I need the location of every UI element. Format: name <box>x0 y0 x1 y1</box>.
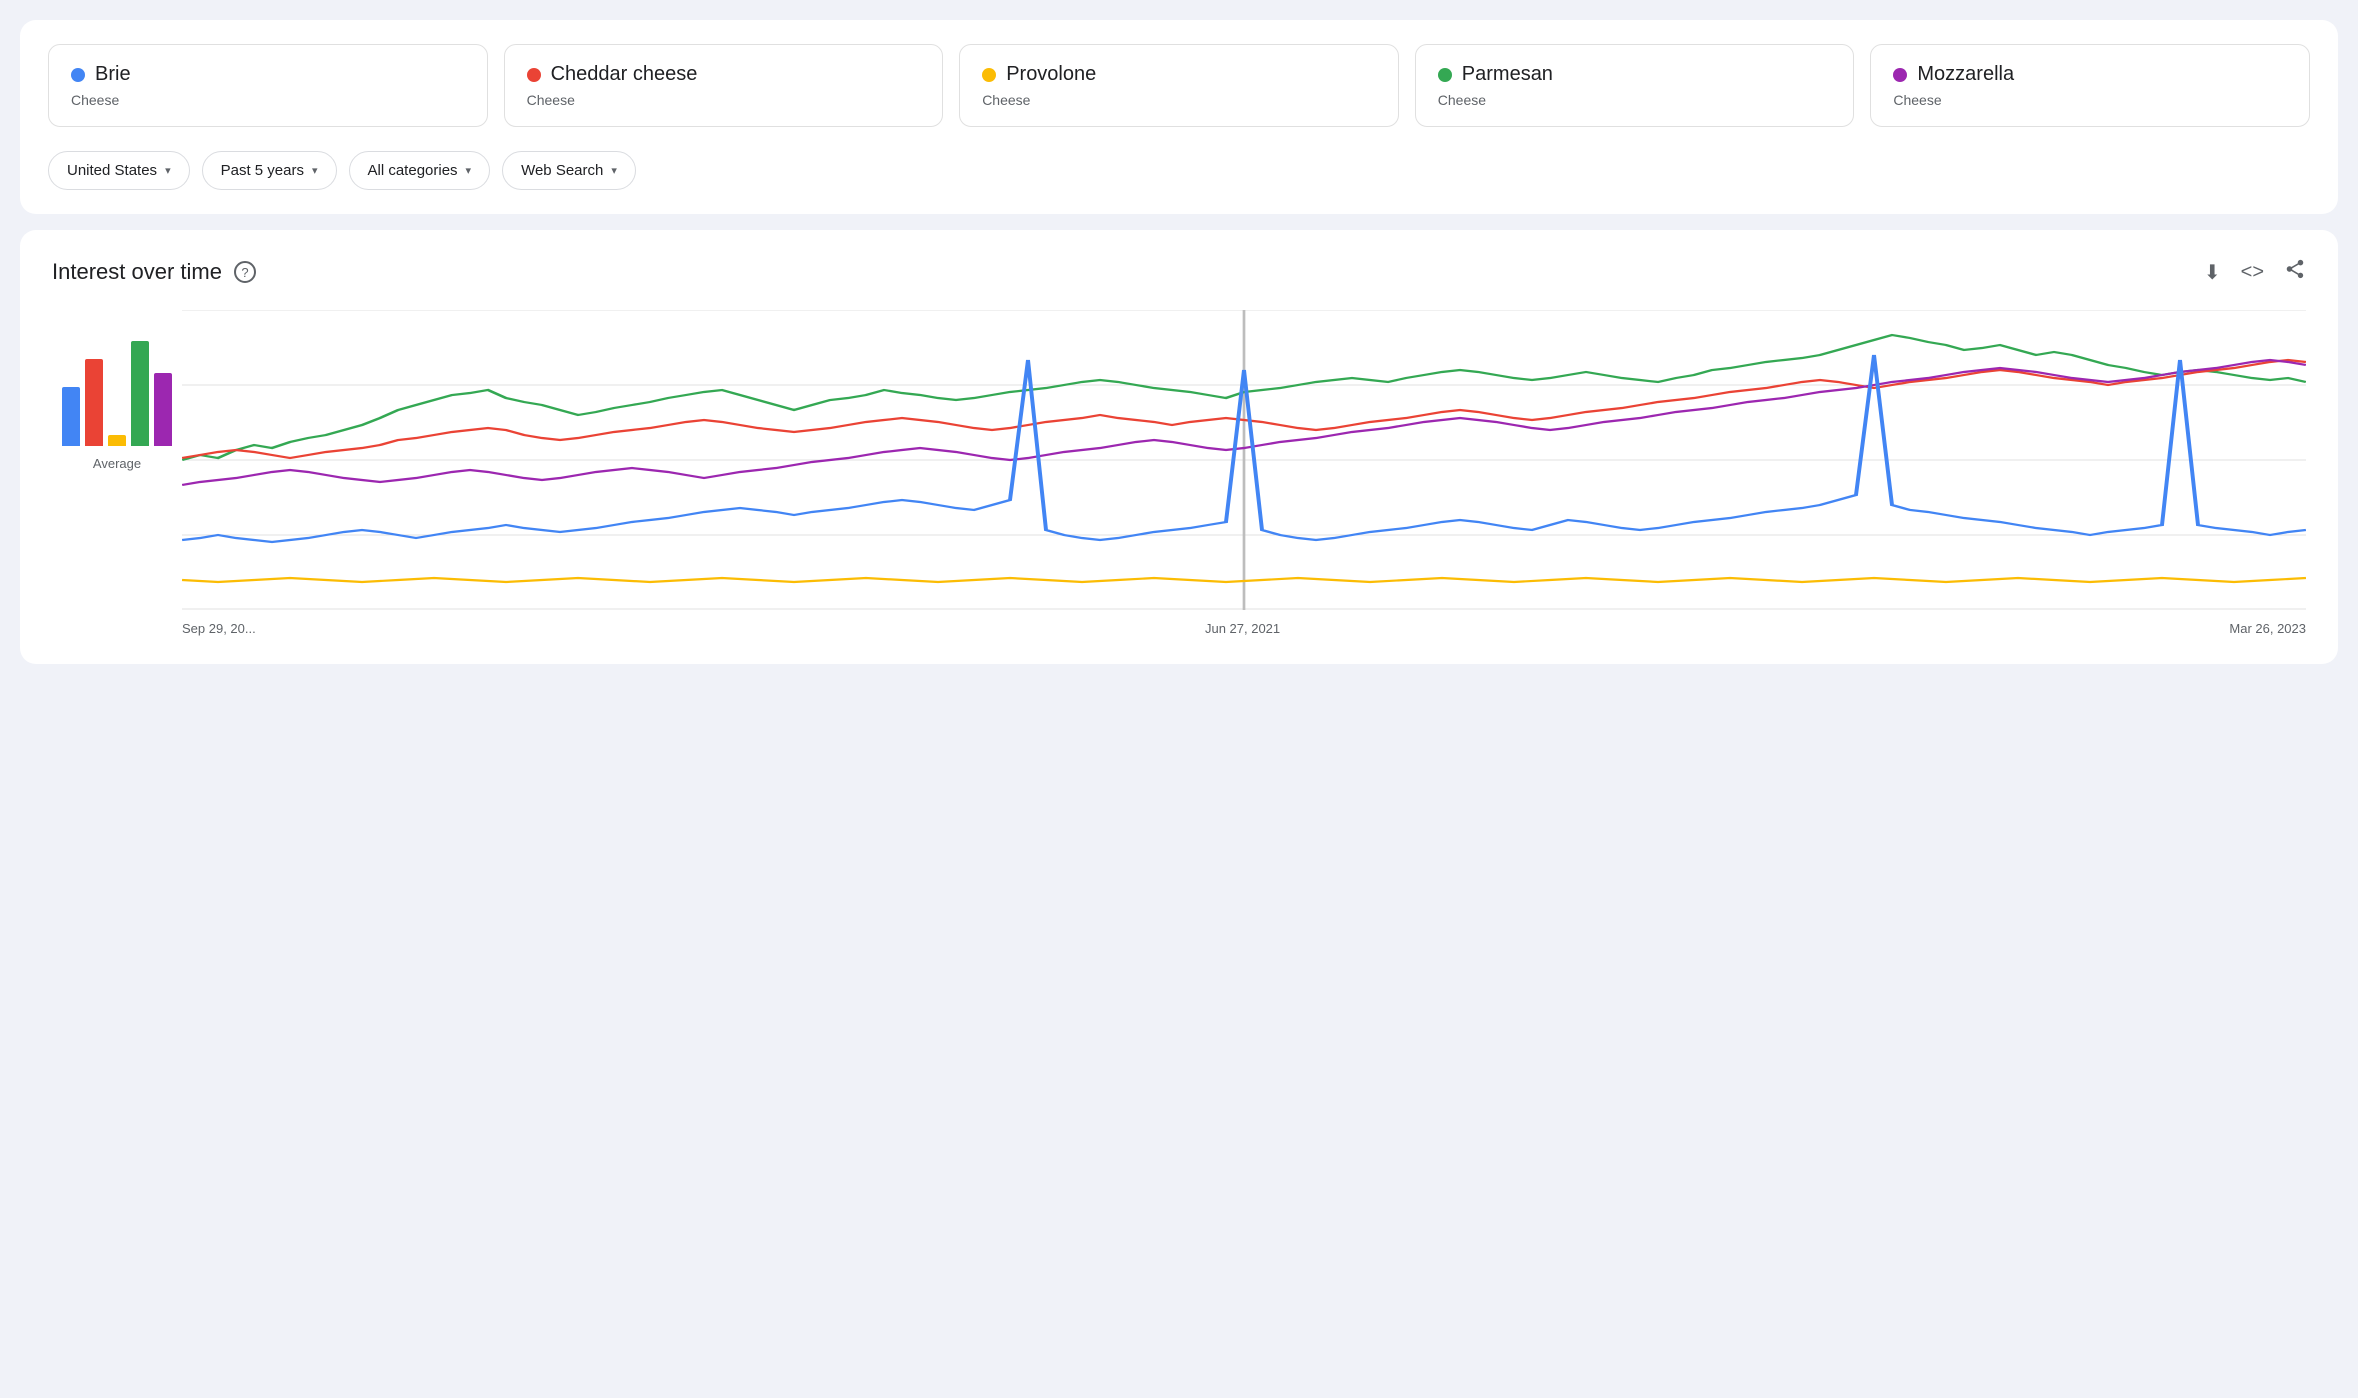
x-axis-labels: Sep 29, 20... Jun 27, 2021 Mar 26, 2023 <box>182 615 2306 636</box>
time-range-chevron: ▾ <box>312 164 318 177</box>
term-dot-brie <box>71 68 85 82</box>
term-header-provolone: Provolone <box>982 63 1376 86</box>
search-type-filter[interactable]: Web Search ▾ <box>502 151 636 190</box>
term-card-provolone[interactable]: Provolone Cheese <box>959 44 1399 127</box>
avg-bars <box>62 310 172 450</box>
avg-bar-4 <box>154 373 172 446</box>
avg-bar-1 <box>85 359 103 446</box>
chart-actions: ⬇ <> <box>2204 258 2306 286</box>
top-card: Brie Cheese Cheddar cheese Cheese Provol… <box>20 20 2338 214</box>
share-icon[interactable] <box>2284 258 2306 286</box>
time-range-filter[interactable]: Past 5 years ▾ <box>202 151 337 190</box>
avg-bar-0 <box>62 387 80 446</box>
term-dot-mozzarella <box>1893 68 1907 82</box>
term-category-brie: Cheese <box>71 92 465 108</box>
help-icon[interactable]: ? <box>234 261 256 283</box>
time-range-label: Past 5 years <box>221 162 304 179</box>
term-card-parmesan[interactable]: Parmesan Cheese <box>1415 44 1855 127</box>
chart-title-area: Interest over time ? <box>52 259 256 285</box>
filters-row: United States ▾ Past 5 years ▾ All categ… <box>48 151 2310 190</box>
chart-title: Interest over time <box>52 259 222 285</box>
chart-area: Average 100 75 50 25 <box>52 310 2306 636</box>
term-dot-cheddar <box>527 68 541 82</box>
categories-label: All categories <box>368 162 458 179</box>
terms-row: Brie Cheese Cheddar cheese Cheese Provol… <box>48 44 2310 127</box>
term-category-cheddar: Cheese <box>527 92 921 108</box>
x-label-mid: Jun 27, 2021 <box>1205 621 1280 636</box>
term-name-mozzarella: Mozzarella <box>1917 63 2014 86</box>
term-name-provolone: Provolone <box>1006 63 1096 86</box>
search-type-label: Web Search <box>521 162 603 179</box>
term-header-brie: Brie <box>71 63 465 86</box>
term-card-mozzarella[interactable]: Mozzarella Cheese <box>1870 44 2310 127</box>
avg-label: Average <box>93 456 141 471</box>
term-category-parmesan: Cheese <box>1438 92 1832 108</box>
term-category-mozzarella: Cheese <box>1893 92 2287 108</box>
term-dot-provolone <box>982 68 996 82</box>
term-card-brie[interactable]: Brie Cheese <box>48 44 488 127</box>
term-header-cheddar: Cheddar cheese <box>527 63 921 86</box>
term-category-provolone: Cheese <box>982 92 1376 108</box>
chart-header: Interest over time ? ⬇ <> <box>52 258 2306 286</box>
term-header-parmesan: Parmesan <box>1438 63 1832 86</box>
search-type-chevron: ▾ <box>611 164 617 177</box>
download-icon[interactable]: ⬇ <box>2204 260 2221 285</box>
region-label: United States <box>67 162 157 179</box>
line-chart-container: 100 75 50 25 Sep 29, 20... Jun 2 <box>182 310 2306 636</box>
term-card-cheddar[interactable]: Cheddar cheese Cheese <box>504 44 944 127</box>
avg-bar-3 <box>131 341 149 446</box>
region-filter[interactable]: United States ▾ <box>48 151 190 190</box>
embed-icon[interactable]: <> <box>2241 261 2264 284</box>
term-name-parmesan: Parmesan <box>1462 63 1553 86</box>
avg-bar-2 <box>108 435 126 446</box>
x-label-start: Sep 29, 20... <box>182 621 256 636</box>
categories-chevron: ▾ <box>466 164 472 177</box>
region-chevron: ▾ <box>165 164 171 177</box>
term-name-cheddar: Cheddar cheese <box>551 63 698 86</box>
term-dot-parmesan <box>1438 68 1452 82</box>
term-header-mozzarella: Mozzarella <box>1893 63 2287 86</box>
categories-filter[interactable]: All categories ▾ <box>349 151 491 190</box>
chart-card: Interest over time ? ⬇ <> Average <box>20 230 2338 664</box>
avg-section: Average <box>52 310 182 636</box>
line-chart-svg: 100 75 50 25 <box>182 310 2306 610</box>
x-label-end: Mar 26, 2023 <box>2229 621 2306 636</box>
term-name-brie: Brie <box>95 63 131 86</box>
